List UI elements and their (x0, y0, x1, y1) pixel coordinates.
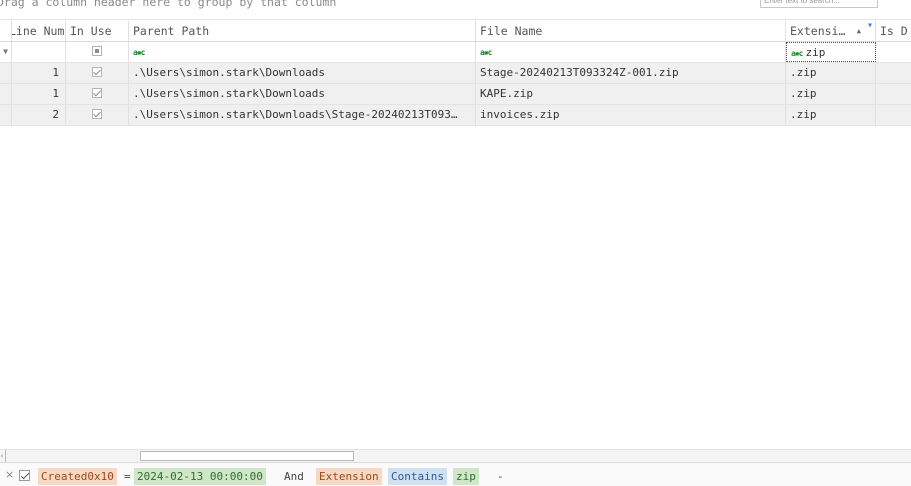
file-name-cell[interactable]: invoices.zip (476, 105, 786, 125)
checked-checkbox-icon[interactable] (92, 67, 102, 77)
group-by-panel[interactable]: Drag a column header here to group by th… (0, 0, 911, 20)
column-header-file-name[interactable]: File Name (476, 21, 786, 41)
is-directory-cell[interactable] (876, 84, 911, 104)
auto-filter-row: ▼ a▪c a▪c a▪c zip (0, 42, 911, 63)
column-header-extension[interactable]: Extensi… ▲ ▾ (786, 21, 876, 41)
table-row[interactable]: 1 .\Users\simon.stark\Downloads KAPE.zip… (0, 84, 911, 105)
search-input[interactable]: Enter text to search... (760, 0, 878, 8)
extension-filter-value[interactable]: zip (805, 46, 825, 59)
row-indicator[interactable] (0, 105, 12, 125)
indeterminate-checkbox-icon[interactable] (92, 46, 102, 56)
filter-value-zip[interactable]: zip (453, 468, 479, 485)
column-header-parent-path[interactable]: Parent Path (129, 21, 476, 41)
funnel-icon: ▼ (0, 42, 12, 62)
filter-cell-file-name[interactable]: a▪c (476, 42, 786, 62)
filter-cell-parent-path[interactable]: a▪c (129, 42, 476, 62)
filter-field-created[interactable]: Created0x10 (38, 468, 117, 485)
column-header-line-number[interactable]: Line Number (12, 21, 66, 41)
extension-cell[interactable]: .zip (786, 105, 876, 125)
add-filter-condition[interactable]: - (494, 468, 507, 485)
column-header-is-directory[interactable]: Is D (876, 21, 911, 41)
line-number-cell[interactable]: 1 (12, 84, 66, 104)
parent-path-cell[interactable]: .\Users\simon.stark\Downloads (129, 84, 476, 104)
file-name-cell[interactable]: KAPE.zip (476, 84, 786, 104)
in-use-cell[interactable] (66, 84, 129, 104)
filter-field-extension[interactable]: Extension (316, 468, 382, 485)
clear-filter-icon[interactable]: × (5, 468, 14, 481)
filter-value-date[interactable]: 2024-02-13 00:00:00 (134, 468, 266, 485)
line-number-cell[interactable]: 1 (12, 63, 66, 83)
filter-operator-equals[interactable]: = (121, 468, 134, 485)
extension-cell[interactable]: .zip (786, 84, 876, 104)
row-indicator[interactable] (0, 84, 12, 104)
table-row[interactable]: 2 .\Users\simon.stark\Downloads\Stage-20… (0, 105, 911, 126)
filter-cell-line-number[interactable] (12, 42, 66, 62)
in-use-cell[interactable] (66, 105, 129, 125)
header-row: Line Number In Use Parent Path File Name… (0, 21, 911, 42)
filter-condition-contains[interactable]: Contains (388, 468, 447, 485)
row-indicator-header (0, 21, 12, 41)
enable-filter-checkbox[interactable] (19, 470, 30, 481)
sort-ascending-icon[interactable]: ▲ (857, 21, 861, 41)
filter-cell-extension[interactable]: a▪c zip (786, 42, 876, 62)
filter-group-operator[interactable]: And (281, 468, 307, 485)
filter-cell-is-directory[interactable] (876, 42, 911, 62)
contains-operator-icon[interactable]: a▪c (791, 44, 803, 61)
line-number-cell[interactable]: 2 (12, 105, 66, 125)
scrollbar-thumb[interactable] (140, 451, 354, 461)
checked-checkbox-icon[interactable] (92, 88, 102, 98)
data-grid: Line Number In Use Parent Path File Name… (0, 21, 911, 126)
horizontal-scrollbar[interactable]: ‹ (0, 449, 911, 462)
parent-path-cell[interactable]: .\Users\simon.stark\Downloads\Stage-2024… (129, 105, 476, 125)
file-name-cell[interactable]: Stage-20240213T093324Z-001.zip (476, 63, 786, 83)
in-use-cell[interactable] (66, 63, 129, 83)
column-header-in-use[interactable]: In Use (66, 21, 129, 41)
table-row[interactable]: 1 .\Users\simon.stark\Downloads Stage-20… (0, 63, 911, 84)
column-filter-indicator-icon[interactable]: ▾ (867, 21, 873, 36)
contains-operator-icon[interactable]: a▪c (133, 43, 145, 62)
group-by-hint: Drag a column header here to group by th… (0, 0, 337, 9)
is-directory-cell[interactable] (876, 63, 911, 83)
parent-path-cell[interactable]: .\Users\simon.stark\Downloads (129, 63, 476, 83)
contains-operator-icon[interactable]: a▪c (480, 43, 492, 62)
is-directory-cell[interactable] (876, 105, 911, 125)
scroll-left-icon[interactable]: ‹ (0, 450, 6, 462)
extension-cell[interactable]: .zip (786, 63, 876, 83)
filter-cell-in-use[interactable] (66, 42, 129, 62)
checked-checkbox-icon[interactable] (92, 109, 102, 119)
row-indicator[interactable] (0, 63, 12, 83)
filter-editor-bar: × Created0x10 = 2024-02-13 00:00:00 And … (0, 462, 911, 486)
